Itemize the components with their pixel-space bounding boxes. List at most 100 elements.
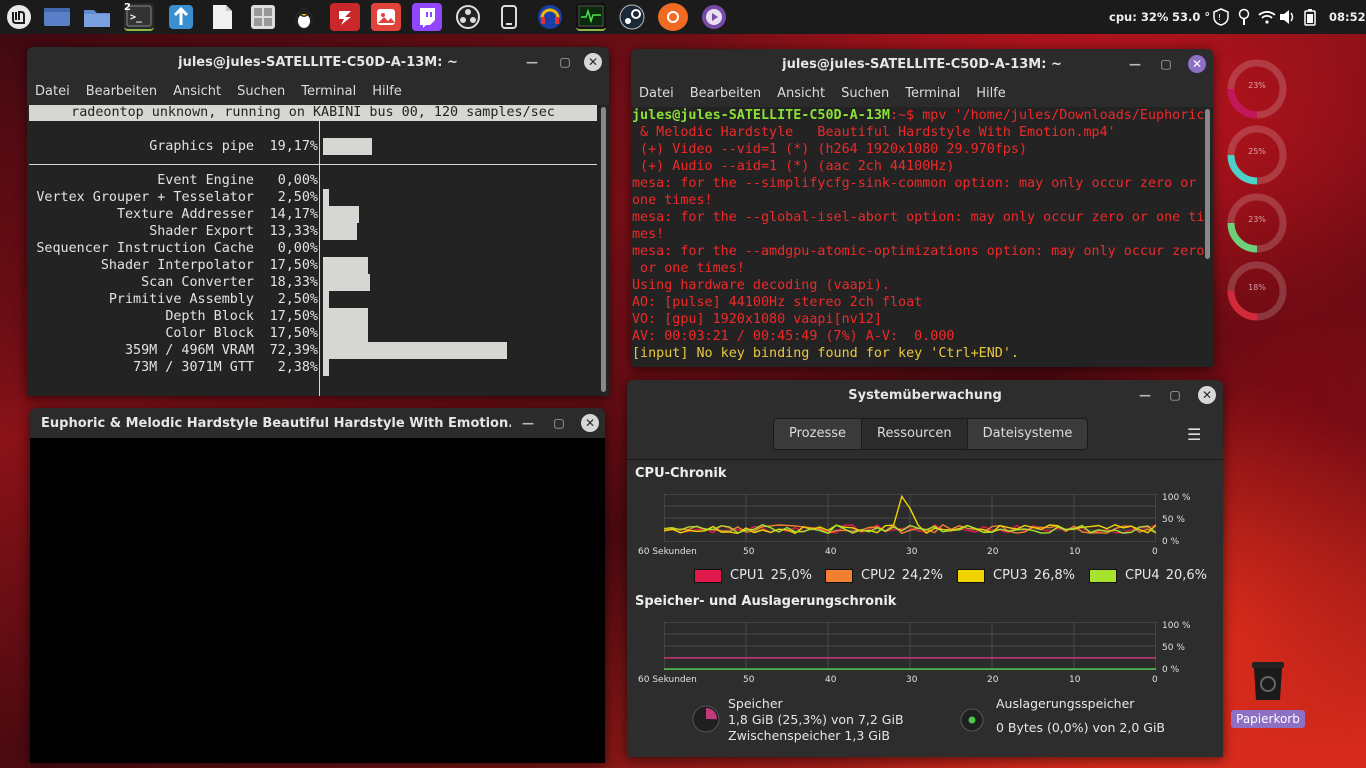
titlebar[interactable]: jules@jules-SATELLITE-C50D-A-13M: ~ — ▢ …	[27, 47, 609, 77]
close-button[interactable]: ✕	[1188, 55, 1206, 73]
menu-terminal[interactable]: Terminal	[301, 84, 356, 99]
menu-ansicht[interactable]: Ansicht	[173, 84, 221, 99]
divider	[627, 459, 1223, 460]
battery-icon[interactable]	[1301, 8, 1319, 26]
memory-info: Speicher 1,8 GiB (25,3%) von 7,2 GiB Zwi…	[728, 696, 904, 744]
terminal-output[interactable]: jules@jules-SATELLITE-C50D-A-13M:~$ mpv …	[631, 107, 1213, 367]
radeontop-header: radeontop unknown, running on KABINI bus…	[29, 105, 597, 121]
trash-desktop-item[interactable]: Papierkorb	[1231, 660, 1305, 728]
menu-terminal[interactable]: Terminal	[905, 86, 960, 101]
row-name: Sequencer Instruction Cache	[36, 241, 254, 256]
titlebar[interactable]: Systemüberwachung — ▢ ✕	[627, 380, 1223, 410]
shield-icon[interactable]: !	[1212, 8, 1230, 26]
maximize-button[interactable]: ▢	[1158, 56, 1174, 72]
minimize-button[interactable]: —	[1127, 56, 1143, 72]
row-name: Vertex Grouper + Tesselator	[36, 190, 254, 205]
menu-bearbeiten[interactable]: Bearbeiten	[690, 86, 761, 101]
close-button[interactable]: ✕	[1198, 386, 1216, 404]
y-tick-label: 100 %	[1162, 621, 1191, 631]
cpu-legend-item[interactable]: CPU4 20,6%	[1089, 568, 1207, 583]
steam-icon[interactable]	[617, 3, 647, 31]
tab-ressourcen[interactable]: Ressourcen	[862, 419, 968, 449]
radeontop-row: Depth Block 17,50%	[27, 308, 319, 325]
x-tick-label: 20	[987, 675, 999, 685]
terminal-line: VO: [gpu] 1920x1080 vaapi[nv12]	[632, 312, 882, 327]
location-icon[interactable]	[1235, 8, 1253, 26]
legend-swatch[interactable]	[1089, 568, 1117, 583]
minimize-button[interactable]: —	[524, 54, 540, 70]
terminal-output[interactable]: radeontop unknown, running on KABINI bus…	[27, 105, 609, 396]
tab-prozesse[interactable]: Prozesse	[774, 419, 862, 449]
update-manager-icon[interactable]	[166, 3, 196, 31]
radeontop-row: Shader Interpolator 17,50%	[27, 257, 319, 274]
close-button[interactable]: ✕	[584, 53, 602, 71]
hamburger-menu-icon[interactable]: ☰	[1187, 425, 1201, 444]
usage-bar	[323, 291, 329, 308]
titlebar[interactable]: jules@jules-SATELLITE-C50D-A-13M: ~ — ▢ …	[631, 49, 1213, 79]
legend-swatch[interactable]	[694, 568, 722, 583]
maximize-button[interactable]: ▢	[551, 415, 567, 431]
temperature-indicator[interactable]: 53.0 °	[1172, 10, 1210, 24]
cpu-legend-item[interactable]: CPU3 26,8%	[957, 568, 1075, 583]
app-launcher-red-icon[interactable]	[330, 3, 360, 31]
phone-icon[interactable]	[494, 3, 524, 31]
scrollbar[interactable]	[1205, 109, 1210, 259]
firefox-icon[interactable]	[658, 3, 688, 31]
row-value: 14,17%	[269, 207, 318, 222]
gauge-value: 23%	[1248, 81, 1266, 90]
menu-datei[interactable]: Datei	[639, 86, 674, 101]
menu-suchen[interactable]: Suchen	[237, 84, 285, 99]
menu-hilfe[interactable]: Hilfe	[372, 84, 402, 99]
gif-app-icon[interactable]	[371, 3, 401, 31]
wifi-icon[interactable]	[1258, 8, 1276, 26]
text-editor-icon[interactable]	[207, 3, 237, 31]
tux-icon[interactable]	[289, 3, 319, 31]
menu-hilfe[interactable]: Hilfe	[976, 86, 1006, 101]
x-tick-label: 40	[825, 675, 837, 685]
menu-datei[interactable]: Datei	[35, 84, 70, 99]
twitch-icon[interactable]	[412, 3, 442, 31]
usage-bar	[323, 274, 370, 291]
video-player-window: Euphoric & Melodic Hardstyle Beautiful H…	[30, 408, 605, 763]
volume-icon[interactable]	[1279, 8, 1297, 26]
minimize-button[interactable]: —	[520, 415, 536, 431]
command: :~$ mpv '/home/jules/Downloads/Euphoric	[889, 108, 1205, 123]
terminal-line: or one times!	[632, 261, 745, 276]
cpu-indicator[interactable]: cpu: 32%	[1109, 10, 1168, 24]
top-panel: >_ 2 cpu: 32% 53.0 ° ! 08:52	[0, 0, 1366, 34]
row-value: 13,33%	[269, 224, 318, 239]
x-tick-label: 60 Sekunden	[638, 675, 697, 685]
x-tick-label: 20	[987, 547, 999, 557]
maximize-button[interactable]: ▢	[1167, 387, 1183, 403]
cpu-legend-item[interactable]: CPU2 24,2%	[825, 568, 943, 583]
cpu-legend-item[interactable]: CPU1 25,0%	[694, 568, 812, 583]
folder-icon[interactable]	[82, 3, 112, 31]
media-player-icon[interactable]	[699, 3, 729, 31]
desktop-icon[interactable]	[42, 3, 72, 31]
mint-menu-icon[interactable]	[4, 3, 34, 31]
audacity-icon[interactable]	[535, 3, 565, 31]
maximize-button[interactable]: ▢	[557, 54, 573, 70]
swap-pie-icon	[960, 708, 984, 732]
minimize-button[interactable]: —	[1137, 387, 1153, 403]
legend-swatch[interactable]	[825, 568, 853, 583]
titlebar[interactable]: Euphoric & Melodic Hardstyle Beautiful H…	[30, 408, 605, 438]
video-canvas[interactable]	[30, 438, 605, 763]
tab-dateisysteme[interactable]: Dateisysteme	[967, 419, 1088, 449]
obs-icon[interactable]	[453, 3, 483, 31]
menu-bearbeiten[interactable]: Bearbeiten	[86, 84, 157, 99]
x-tick-label: 40	[825, 547, 837, 557]
scrollbar[interactable]	[601, 107, 606, 392]
radeontop-row: Primitive Assembly 2,50%	[27, 291, 319, 308]
calculator-icon[interactable]	[248, 3, 278, 31]
row-value: 17,50%	[269, 258, 318, 273]
row-name: Shader Export	[149, 224, 254, 239]
legend-swatch[interactable]	[957, 568, 985, 583]
close-button[interactable]: ✕	[581, 414, 599, 432]
y-tick-label: 100 %	[1162, 493, 1191, 503]
x-tick-label: 30	[906, 547, 918, 557]
menu-ansicht[interactable]: Ansicht	[777, 86, 825, 101]
menu-suchen[interactable]: Suchen	[841, 86, 889, 101]
system-monitor-launcher-icon[interactable]	[576, 3, 606, 31]
clock[interactable]: 08:52	[1329, 10, 1366, 24]
